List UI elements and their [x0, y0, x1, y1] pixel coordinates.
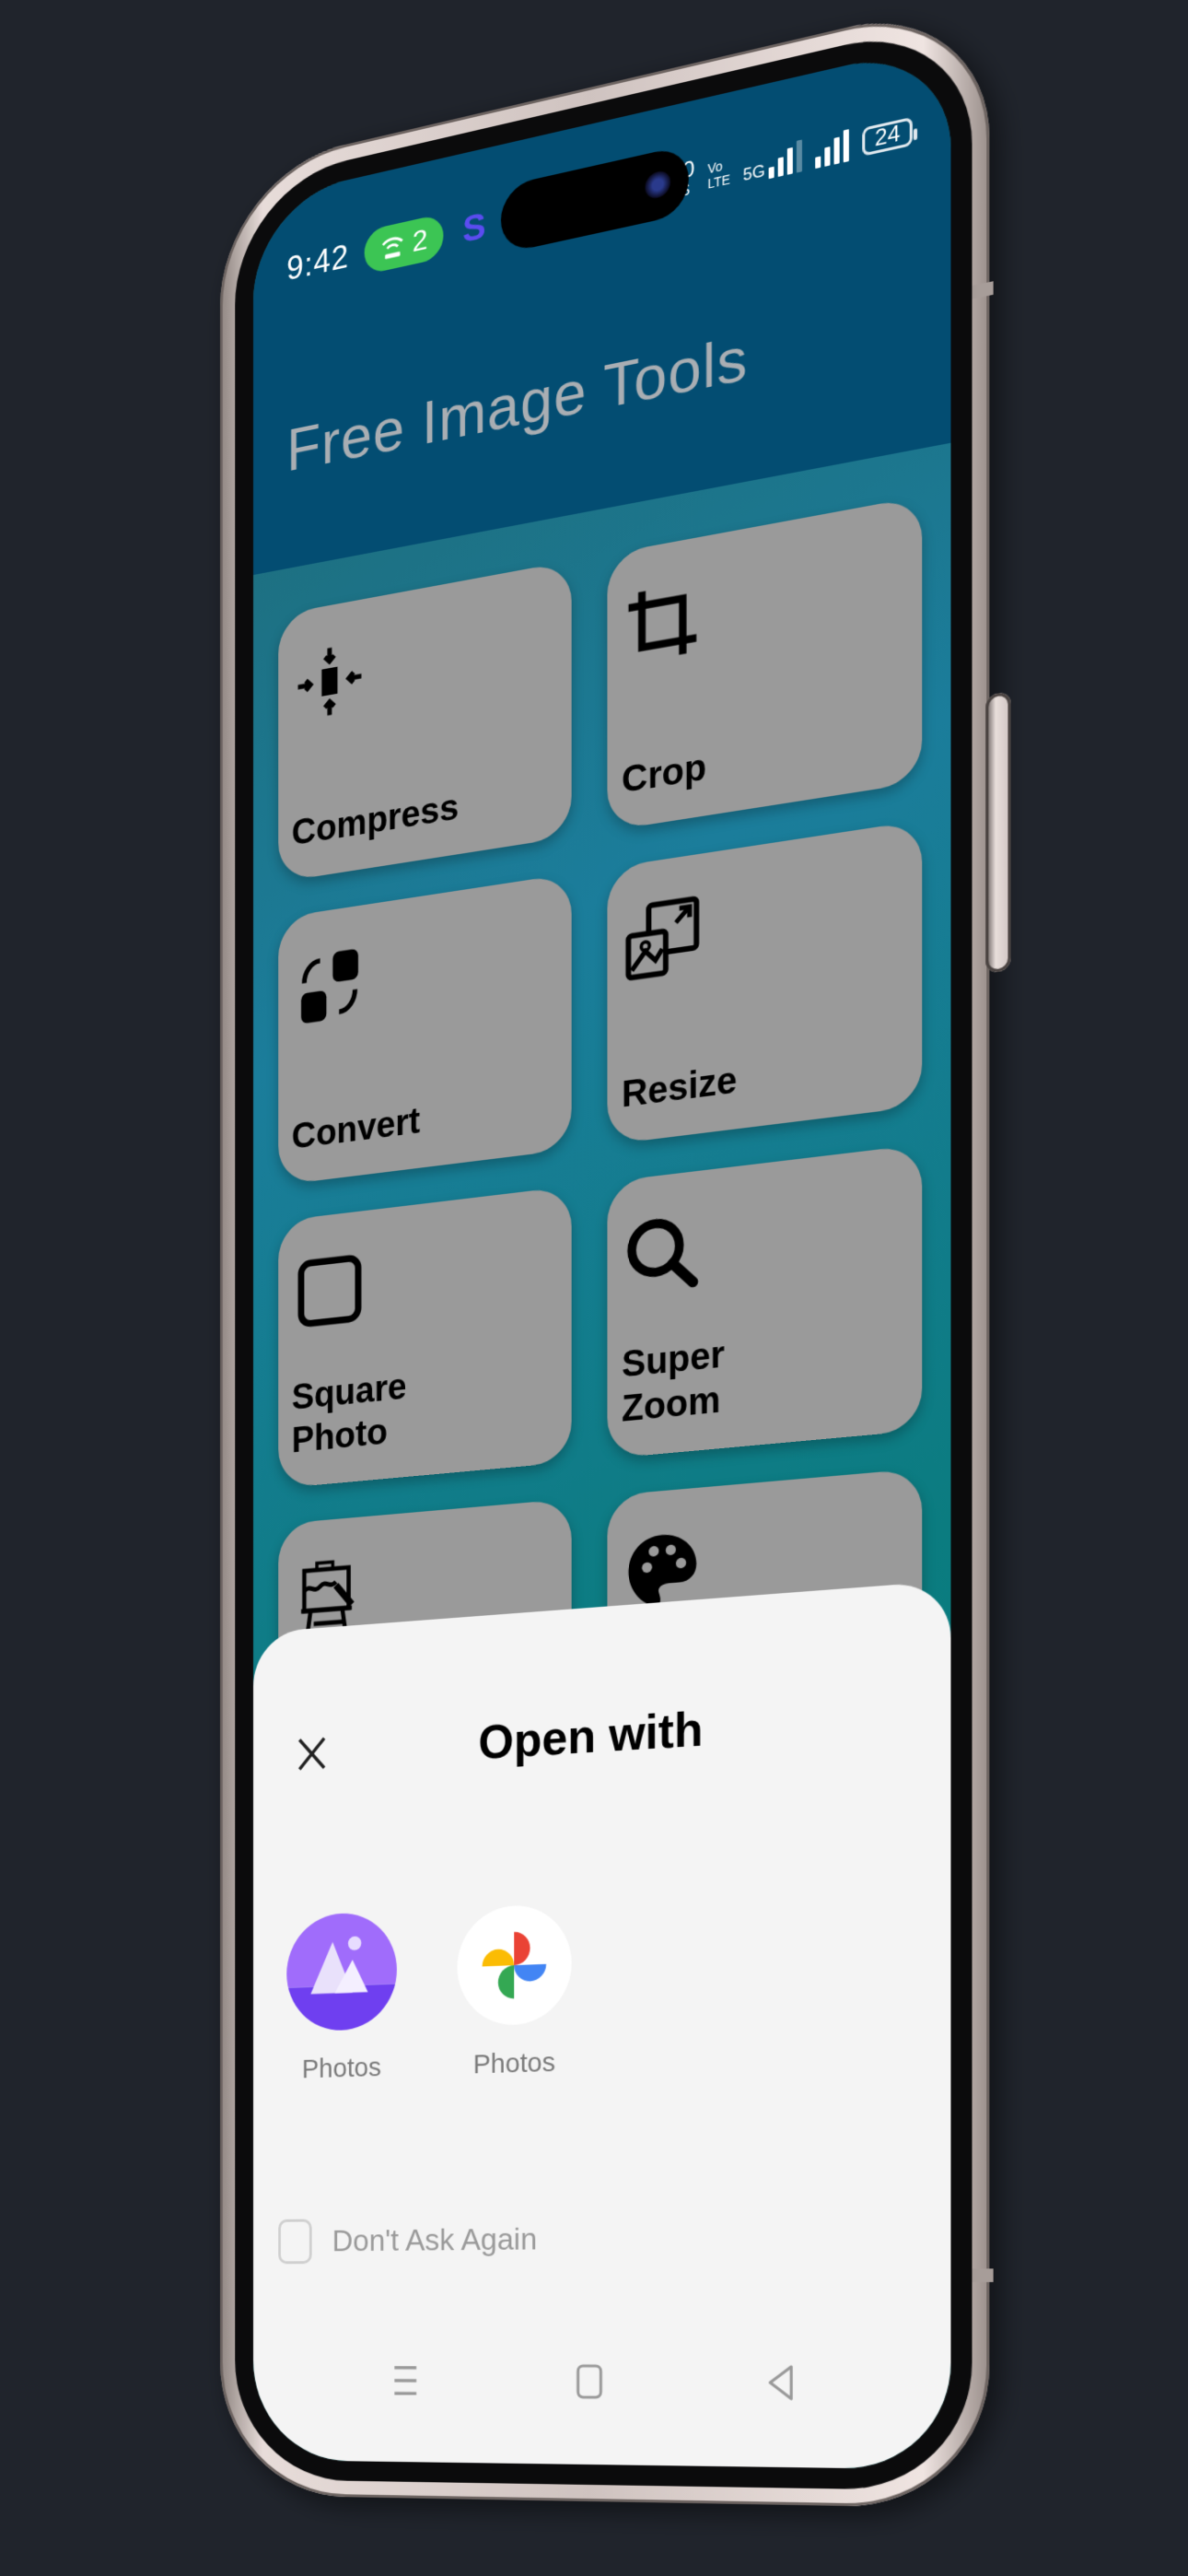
phone-device: 9:42 2 S 3.00 KB/S Vo LTE 5G [220, 0, 1011, 2509]
dont-ask-again-label: Don't Ask Again [332, 2221, 538, 2258]
app-name: Photos [301, 2052, 381, 2085]
app-choices: Photos Photos [286, 1903, 572, 2086]
app-option-google-photos[interactable]: Photos [457, 1903, 572, 2081]
sheet-title: Open with [478, 1703, 704, 1771]
open-with-sheet: Open with Photos Photos Don't Ask Again [253, 1580, 951, 2470]
app-option-gallery-photos[interactable]: Photos [286, 1911, 397, 2085]
app-name: Photos [472, 2047, 555, 2080]
home-button[interactable] [563, 2354, 616, 2409]
recents-button[interactable] [379, 2353, 431, 2407]
dont-ask-again-checkbox[interactable] [278, 2219, 312, 2265]
home-icon [575, 2363, 605, 2400]
navigation-bar [253, 2353, 950, 2412]
google-photos-icon [457, 1903, 572, 2027]
back-icon [765, 2364, 797, 2402]
back-button[interactable] [753, 2354, 809, 2411]
dont-ask-again-row[interactable]: Don't Ask Again [278, 2217, 537, 2265]
mockup-stage: 9:42 2 S 3.00 KB/S Vo LTE 5G [0, 0, 1188, 2576]
side-button[interactable] [985, 691, 1011, 974]
phone-screen: 9:42 2 S 3.00 KB/S Vo LTE 5G [253, 41, 951, 2470]
recents-icon [390, 2362, 420, 2398]
gallery-photos-icon [286, 1911, 397, 2032]
